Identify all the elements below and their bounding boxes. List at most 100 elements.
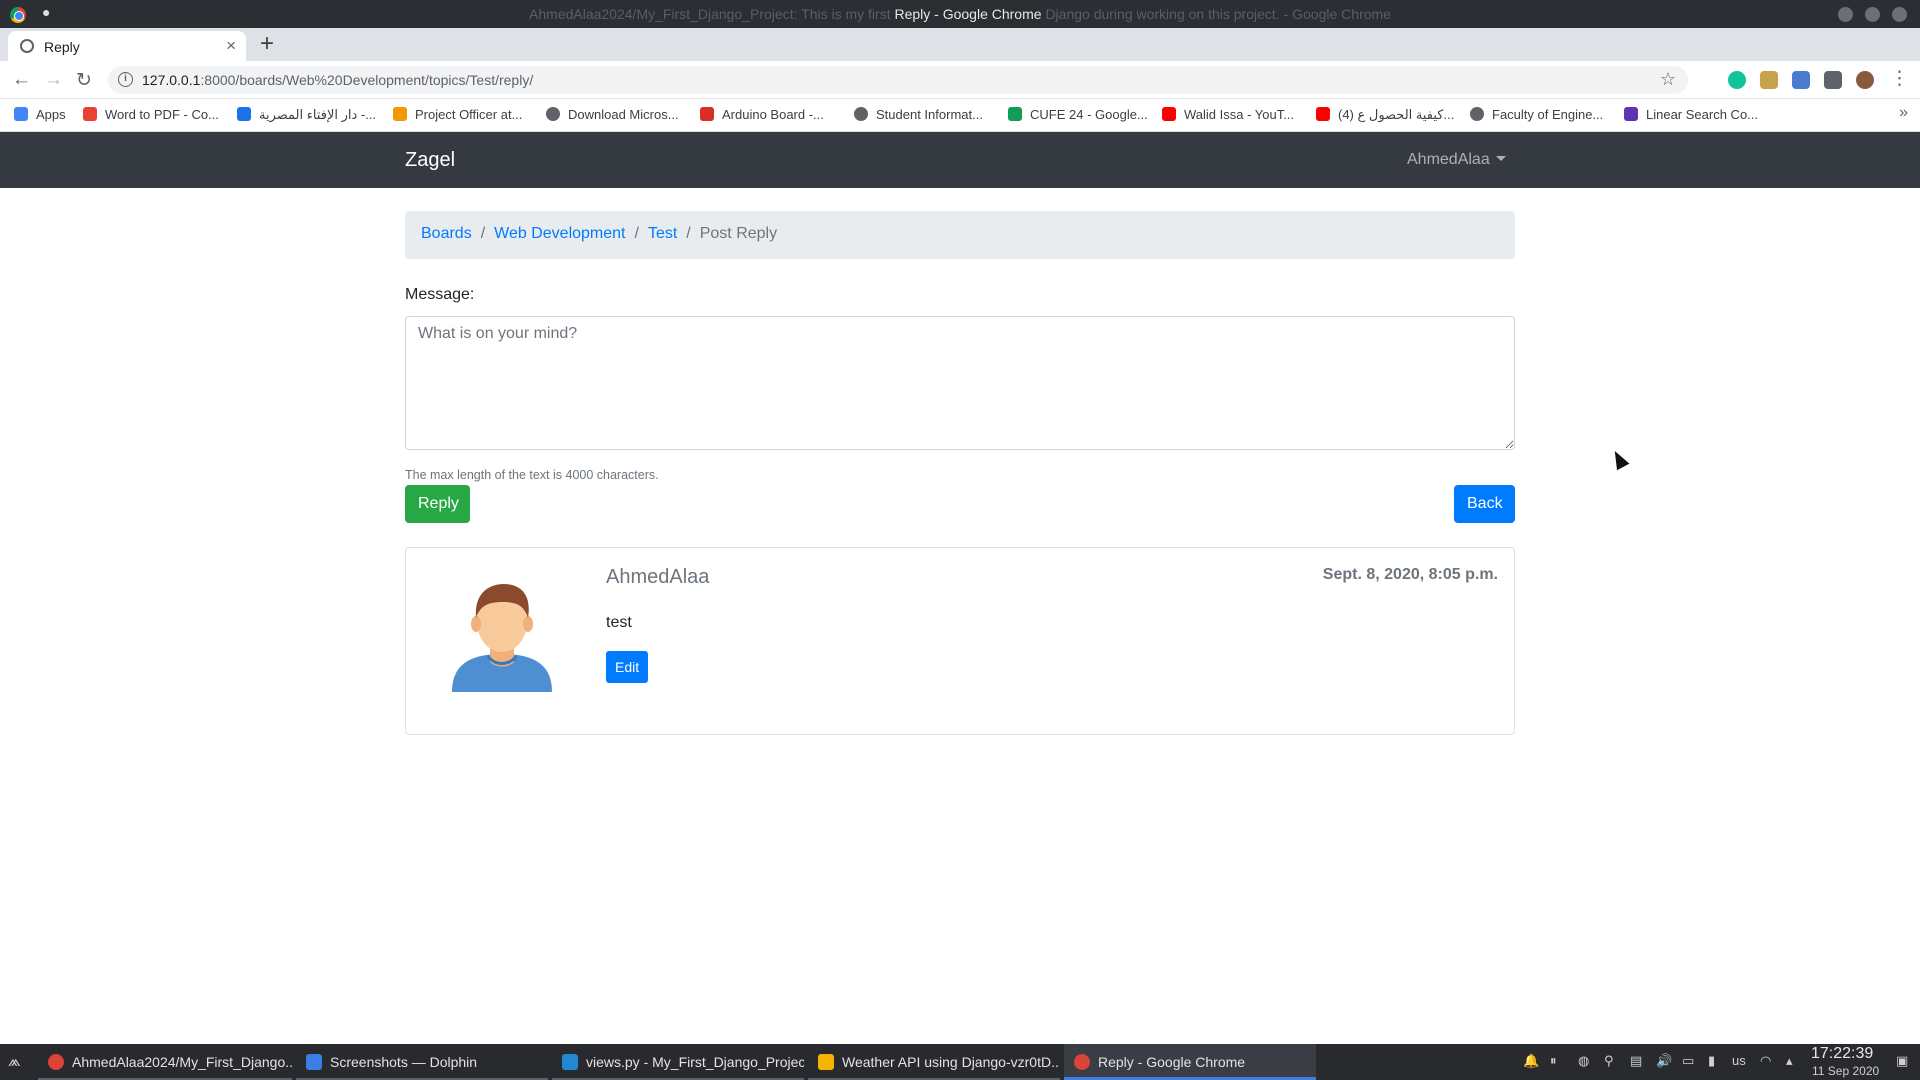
mouse-cursor-icon	[1608, 447, 1630, 471]
window-title-suffix: Django during working on this project. -…	[1045, 6, 1391, 22]
keyboard-layout[interactable]: us	[1732, 1053, 1746, 1068]
chrome-icon	[48, 1054, 64, 1070]
bookmark-student-information[interactable]: Student Informat...	[854, 107, 983, 122]
breadcrumb-separator: /	[634, 225, 639, 242]
task-video-player[interactable]: Weather API using Django-vzr0tD...	[808, 1044, 1060, 1080]
info-icon[interactable]: i	[118, 72, 133, 87]
youtube-icon	[1162, 107, 1176, 121]
tab-reply[interactable]: Reply ×	[8, 31, 246, 61]
profile-avatar-icon[interactable]	[1856, 71, 1874, 89]
bookmark-dar-ifta[interactable]: دار الإفتاء المصرية -...	[237, 107, 376, 123]
caret-down-icon	[1495, 156, 1506, 161]
url-path: :8000/boards/Web%20Development/topics/Te…	[200, 72, 534, 88]
bookmark-favicon	[700, 107, 714, 121]
os-taskbar: ⩕ AhmedAlaa2024/My_First_Django... Scree…	[0, 1044, 1920, 1080]
wifi-icon[interactable]: ◠	[1760, 1053, 1771, 1069]
chrome-icon	[1074, 1054, 1090, 1070]
breadcrumb: Boards / Web Development / Test / Post Reply	[405, 211, 1515, 259]
forward-arrow-icon[interactable]: →	[44, 69, 63, 91]
post-card: AhmedAlaa Sept. 8, 2020, 8:05 p.m. test …	[405, 547, 1515, 735]
more-bookmarks-icon[interactable]: »	[1899, 104, 1908, 122]
clock-date[interactable]: 11 Sep 2020	[1812, 1064, 1879, 1078]
reply-button[interactable]: Reply	[405, 485, 470, 523]
user-dropdown[interactable]: AhmedAlaa	[1407, 151, 1506, 169]
url-host: 127.0.0.1	[142, 72, 201, 88]
user-name: AhmedAlaa	[1407, 151, 1490, 168]
extensions-puzzle-icon[interactable]	[1824, 71, 1842, 89]
video-player-icon	[818, 1054, 834, 1070]
clipboard-icon[interactable]: ▤	[1630, 1053, 1642, 1069]
volume-icon[interactable]: 🔊	[1656, 1053, 1672, 1069]
translate-extension-icon[interactable]	[1792, 71, 1810, 89]
user-switch-icon[interactable]: ⚲	[1604, 1053, 1614, 1069]
task-github-chrome[interactable]: AhmedAlaa2024/My_First_Django...	[38, 1044, 292, 1080]
post-date: Sept. 8, 2020, 8:05 p.m.	[1322, 566, 1498, 583]
message-label: Message:	[405, 286, 475, 303]
close-tab-icon[interactable]: ×	[226, 36, 236, 56]
window-title-main: Reply - Google Chrome	[894, 6, 1042, 22]
bookmark-walid-issa[interactable]: Walid Issa - YouT...	[1162, 107, 1294, 122]
window-title-prefix: AhmedAlaa2024/My_First_Django_Project: T…	[529, 6, 891, 22]
site-brand[interactable]: Zagel	[405, 149, 455, 172]
battery-icon[interactable]: ▭	[1682, 1053, 1694, 1069]
breadcrumb-separator: /	[480, 225, 486, 242]
breadcrumb-boards[interactable]: Boards	[421, 225, 472, 242]
tab-title: Reply	[44, 39, 80, 55]
message-textarea[interactable]	[405, 316, 1515, 450]
globe-icon	[854, 107, 868, 121]
task-vscode[interactable]: views.py - My_First_Django_Projec...	[552, 1044, 804, 1080]
new-tab-button[interactable]: +	[260, 30, 274, 58]
chrome-menu-icon[interactable]: ⋮	[1890, 67, 1909, 90]
post-message: test	[606, 614, 632, 631]
back-button[interactable]: Back	[1454, 485, 1515, 523]
breadcrumb-board[interactable]: Web Development	[494, 225, 625, 242]
bookmark-star-icon[interactable]: ☆	[1660, 69, 1676, 90]
breadcrumb-topic[interactable]: Test	[648, 225, 677, 242]
task-reply-chrome[interactable]: Reply - Google Chrome	[1064, 1044, 1316, 1080]
breadcrumb-current: Post Reply	[699, 225, 778, 242]
tray-expand-icon[interactable]: ▴	[1786, 1053, 1793, 1069]
edit-post-button[interactable]: Edit	[606, 651, 649, 683]
show-desktop-icon[interactable]: ▣	[1896, 1053, 1908, 1069]
globe-icon	[1470, 107, 1484, 121]
help-text: The max length of the text is 4000 chara…	[405, 468, 659, 482]
bookmark-arduino[interactable]: Arduino Board -...	[700, 107, 824, 122]
bookmark-linear-search[interactable]: Linear Search Co...	[1624, 107, 1758, 122]
bookmark-download-microsoft[interactable]: Download Micros...	[546, 107, 679, 122]
image-extension-icon[interactable]	[1760, 71, 1778, 89]
bookmark-favicon	[83, 107, 97, 121]
bookmark-apps[interactable]: Apps	[14, 107, 66, 122]
bookmark-project-officer[interactable]: Project Officer at...	[393, 107, 522, 122]
bookmarks-bar: Apps Word to PDF - Co... دار الإفتاء الم…	[0, 99, 1920, 132]
clock-time[interactable]: 17:22:39	[1811, 1045, 1873, 1063]
bookmark-cufe-24[interactable]: CUFE 24 - Google...	[1008, 107, 1148, 122]
media-pause-icon[interactable]: ⏸	[1550, 1053, 1557, 1069]
task-dolphin[interactable]: Screenshots — Dolphin	[296, 1044, 548, 1080]
database-icon[interactable]: ◍	[1578, 1053, 1589, 1069]
microphone-icon[interactable]: ▮	[1708, 1053, 1715, 1069]
reload-icon[interactable]: ↻	[76, 69, 92, 92]
bookmark-favicon	[393, 107, 407, 121]
bookmark-favicon	[546, 107, 560, 121]
app-launcher-icon[interactable]: ⩕	[8, 1053, 21, 1071]
notifications-icon[interactable]: 🔔	[1523, 1053, 1539, 1069]
back-arrow-icon[interactable]: ←	[12, 69, 31, 91]
bookmark-youtube-arabic[interactable]: (4) كيفية الحصول ع...	[1316, 107, 1454, 123]
bookmark-word-to-pdf[interactable]: Word to PDF - Co...	[83, 107, 219, 122]
close-window-button[interactable]	[1892, 7, 1907, 22]
apps-grid-icon	[14, 107, 28, 121]
post-author: AhmedAlaa	[606, 566, 710, 588]
tab-strip: Reply × +	[0, 28, 1920, 61]
youtube-icon	[1316, 107, 1330, 121]
bookmark-favicon	[237, 107, 251, 121]
breadcrumb-separator: /	[686, 225, 691, 242]
bookmark-faculty-of-engineering[interactable]: Faculty of Engine...	[1470, 107, 1603, 122]
address-bar[interactable]: i 127.0.0.1:8000/boards/Web%20Developmen…	[108, 66, 1688, 94]
vscode-icon	[562, 1054, 578, 1070]
window-title: AhmedAlaa2024/My_First_Django_Project: T…	[0, 6, 1920, 22]
user-avatar-icon	[452, 584, 552, 692]
maximize-button[interactable]	[1865, 7, 1880, 22]
grammarly-extension-icon[interactable]	[1728, 71, 1746, 89]
url-text[interactable]: 127.0.0.1:8000/boards/Web%20Development/…	[142, 72, 533, 88]
minimize-button[interactable]	[1838, 7, 1853, 22]
